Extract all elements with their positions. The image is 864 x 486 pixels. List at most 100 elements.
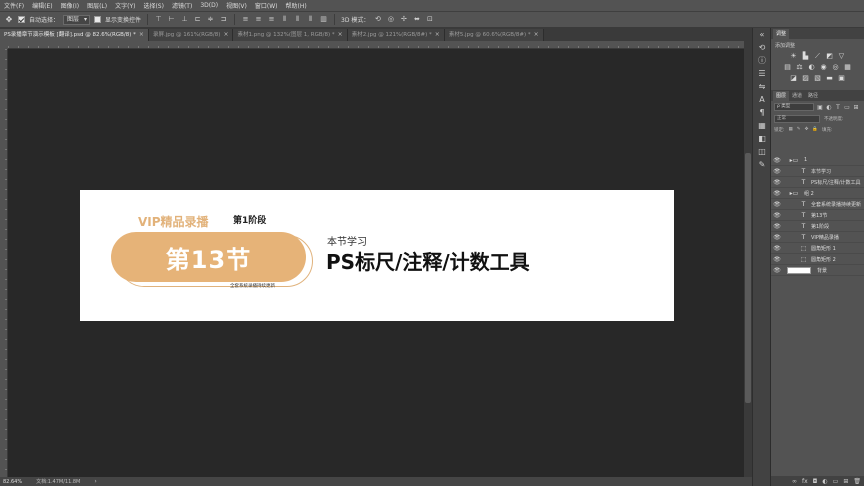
menu-item[interactable]: 编辑(E) xyxy=(32,1,52,10)
horizontal-ruler[interactable] xyxy=(8,41,748,49)
delete-layer-icon[interactable]: 🗑 xyxy=(853,478,861,485)
layer-row[interactable]: 👁 T PS标尺/注释/计数工具 xyxy=(771,177,864,188)
close-icon[interactable]: × xyxy=(139,29,144,41)
layer-row[interactable]: 👁 T 全套系统录播持续更新 xyxy=(771,199,864,210)
menu-item[interactable]: 选择(S) xyxy=(143,1,164,10)
layer-row[interactable]: 👁 T 第1阶段 xyxy=(771,221,864,232)
visibility-eye-icon[interactable]: 👁 xyxy=(771,245,783,252)
layer-row[interactable]: 👁 ⬚ 圆角矩形 1 xyxy=(771,243,864,254)
invert-icon[interactable]: ◪ xyxy=(789,74,798,83)
layers-panel-tab[interactable]: 通道 xyxy=(789,91,805,101)
align-left-icon[interactable]: ⊏ xyxy=(193,15,202,24)
menu-item[interactable]: 滤镜(T) xyxy=(172,1,192,10)
menu-item[interactable]: 帮助(H) xyxy=(286,1,307,10)
close-icon[interactable]: × xyxy=(338,29,343,41)
exposure-icon[interactable]: ◩ xyxy=(825,52,834,61)
status-menu-icon[interactable]: › xyxy=(94,478,96,485)
filter-pixel-icon[interactable]: ▣ xyxy=(817,104,823,111)
layer-style-icon[interactable]: fx xyxy=(802,478,808,485)
close-icon[interactable]: × xyxy=(223,29,228,41)
ruler-corner[interactable] xyxy=(0,41,8,49)
lock-transparent-icon[interactable]: ▦ xyxy=(789,127,793,132)
layer-row[interactable]: 👁 ⬚ 圆角矩形 2 xyxy=(771,254,864,265)
close-icon[interactable]: × xyxy=(534,29,539,41)
document-tab[interactable]: 素材1.png @ 132%(图层 1, RGB/8) * × xyxy=(233,29,348,41)
auto-select-target-select[interactable]: 图层 xyxy=(63,14,91,25)
hue-saturation-icon[interactable]: ▤ xyxy=(783,63,792,72)
filter-adjustment-icon[interactable]: ◐ xyxy=(826,104,832,111)
3d-scale-icon[interactable]: ⊡ xyxy=(425,15,434,24)
visibility-eye-icon[interactable]: 👁 xyxy=(771,267,783,274)
document-tab[interactable]: 素材5.jpg @ 60.6%(RGB/8#) * × xyxy=(444,29,544,41)
properties-icon[interactable]: ☰ xyxy=(753,67,771,80)
filter-shape-icon[interactable]: ▭ xyxy=(844,104,850,111)
distribute-hcenter-icon[interactable]: ⦀ xyxy=(293,15,302,24)
color-icon[interactable]: ◧ xyxy=(753,132,771,145)
menu-item[interactable]: 窗口(W) xyxy=(255,1,278,10)
threshold-icon[interactable]: ▧ xyxy=(813,74,822,83)
visibility-eye-icon[interactable]: 👁 xyxy=(771,157,783,164)
swatches-icon[interactable]: ▦ xyxy=(753,119,771,132)
align-bottom-icon[interactable]: ⊥ xyxy=(180,15,189,24)
menu-item[interactable]: 文件(F) xyxy=(4,1,24,10)
posterize-icon[interactable]: ▨ xyxy=(801,74,810,83)
distribute-vcenter-icon[interactable]: ≡ xyxy=(254,15,263,24)
layer-row[interactable]: 👁 ▸▭ 1 xyxy=(771,155,864,166)
visibility-eye-icon[interactable]: 👁 xyxy=(771,212,783,219)
collapse-panels-icon[interactable]: « xyxy=(753,28,771,41)
new-adjustment-icon[interactable]: ◐ xyxy=(822,478,827,485)
color-lookup-icon[interactable]: ▦ xyxy=(843,63,852,72)
distribute-right-icon[interactable]: ⦀ xyxy=(306,15,315,24)
lock-all-icon[interactable]: 🔒 xyxy=(812,127,818,132)
visibility-eye-icon[interactable]: 👁 xyxy=(771,223,783,230)
document-tab[interactable]: 录屏.jpg @ 161%(RGB/8) × xyxy=(148,29,234,41)
show-transform-checkbox[interactable] xyxy=(94,16,102,23)
scrollbar-thumb[interactable] xyxy=(745,153,751,403)
visibility-eye-icon[interactable]: 👁 xyxy=(771,201,783,208)
menu-item[interactable]: 文字(Y) xyxy=(115,1,135,10)
visibility-eye-icon[interactable]: 👁 xyxy=(771,234,783,241)
3d-pan-icon[interactable]: ✢ xyxy=(399,15,408,24)
layer-row[interactable]: 👁 背景 xyxy=(771,265,864,276)
brush-icon[interactable]: ✎ xyxy=(753,158,771,171)
brightness-icon[interactable]: ☀ xyxy=(789,52,798,61)
layer-row[interactable]: 👁 ▸▭ 组 2 xyxy=(771,188,864,199)
document-canvas[interactable]: VIP精品录播 第1阶段 第13节 全套系统录播持续更新 本节学习 PS标尺/注… xyxy=(80,190,674,321)
close-icon[interactable]: × xyxy=(435,29,440,41)
black-white-icon[interactable]: ◐ xyxy=(807,63,816,72)
align-right-icon[interactable]: ⊐ xyxy=(219,15,228,24)
history-icon[interactable]: ⟲ xyxy=(753,41,771,54)
align-hcenter-icon[interactable]: ≑ xyxy=(206,15,215,24)
document-tab[interactable]: PS录播章节演示模板 [翻译].psd @ 82.6%(RGB/8) * × xyxy=(0,29,149,41)
link-layers-icon[interactable]: ∞ xyxy=(792,478,797,485)
kind-filter-select[interactable]: ρ 类型 xyxy=(774,103,814,111)
new-group-icon[interactable]: ▭ xyxy=(833,478,839,485)
adjustments-icon[interactable]: ⇋ xyxy=(753,80,771,93)
filter-smart-icon[interactable]: ⊞ xyxy=(853,104,859,111)
distribute-left-icon[interactable]: ⦀ xyxy=(280,15,289,24)
distribute-top-icon[interactable]: ≡ xyxy=(241,15,250,24)
selective-color-icon[interactable]: ▣ xyxy=(837,74,846,83)
3d-rotate-icon[interactable]: ⟲ xyxy=(373,15,382,24)
add-mask-icon[interactable]: ◘ xyxy=(813,478,818,485)
3d-roll-icon[interactable]: ◎ xyxy=(386,15,395,24)
zoom-level[interactable]: 82.64% xyxy=(3,479,22,485)
layer-row[interactable]: 👁 T 第13节 xyxy=(771,210,864,221)
layers-panel-tab[interactable]: 图层 xyxy=(773,91,790,101)
gradient-map-icon[interactable]: ▬ xyxy=(825,74,834,83)
tab-adjustments[interactable]: 调整 xyxy=(773,29,790,39)
align-top-icon[interactable]: ⊤ xyxy=(154,15,163,24)
3d-slide-icon[interactable]: ⬌ xyxy=(412,15,421,24)
align-vcenter-icon[interactable]: ⊢ xyxy=(167,15,176,24)
layers-panel-tab[interactable]: 路径 xyxy=(805,91,821,101)
curves-icon[interactable]: ⟋ xyxy=(813,52,822,61)
layer-row[interactable]: 👁 T 本节学习 xyxy=(771,166,864,177)
filter-type-icon[interactable]: T xyxy=(835,104,841,111)
lock-position-icon[interactable]: ✥ xyxy=(805,127,809,132)
vibrance-icon[interactable]: ▽ xyxy=(837,52,846,61)
distribute-bottom-icon[interactable]: ≡ xyxy=(267,15,276,24)
lock-image-icon[interactable]: ✎ xyxy=(797,127,801,132)
menu-item[interactable]: 图像(I) xyxy=(61,1,79,10)
blend-mode-select[interactable]: 正常 xyxy=(774,114,820,123)
document-tab[interactable]: 素材2.jpg @ 121%(RGB/8#) * × xyxy=(347,29,445,41)
